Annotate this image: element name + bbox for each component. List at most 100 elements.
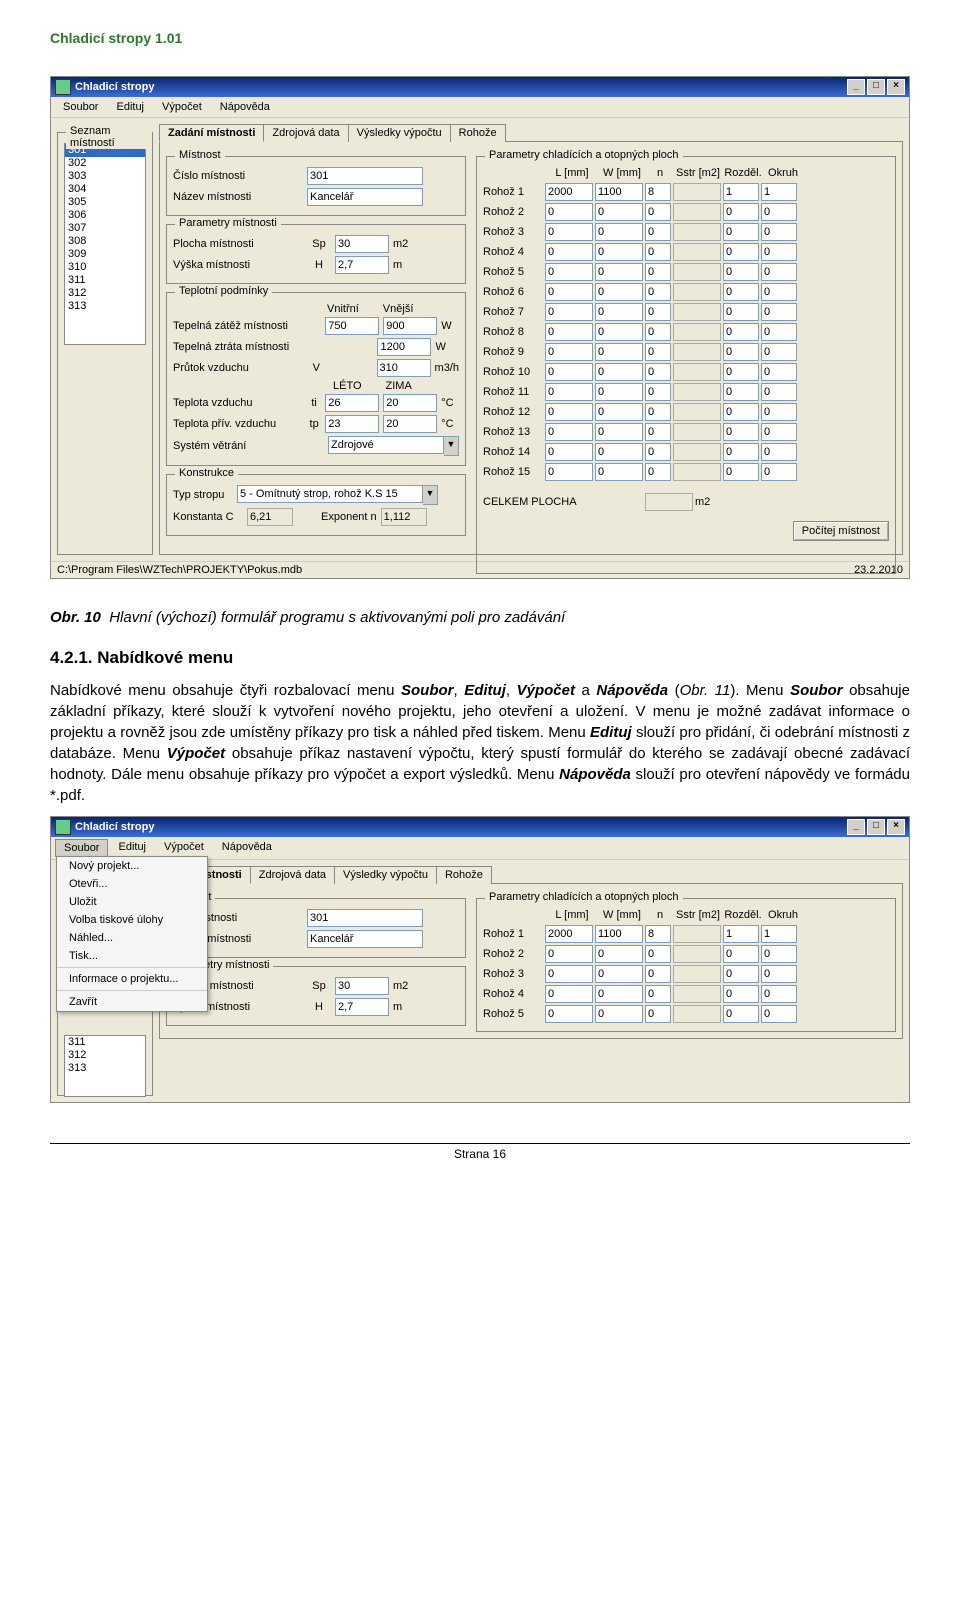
input-sp[interactable]: [335, 235, 389, 253]
rohoz-input[interactable]: [761, 243, 797, 261]
rohoz-input[interactable]: [761, 223, 797, 241]
rohoz-input[interactable]: [645, 925, 671, 943]
combo-system[interactable]: ▼: [328, 436, 459, 456]
menu-napoveda[interactable]: Nápověda: [214, 839, 280, 857]
chevron-down-icon[interactable]: ▼: [444, 436, 459, 456]
rohoz-input[interactable]: [545, 925, 593, 943]
close-button[interactable]: ×: [887, 79, 905, 95]
rohoz-input[interactable]: [595, 183, 643, 201]
room-item[interactable]: 302: [65, 157, 145, 170]
rohoz-input[interactable]: [645, 343, 671, 361]
rohoz-input[interactable]: [545, 403, 593, 421]
rohoz-input[interactable]: [723, 423, 759, 441]
room-item[interactable]: 306: [65, 209, 145, 222]
rohoz-input[interactable]: [595, 985, 643, 1003]
rohoz-input[interactable]: [645, 1005, 671, 1023]
menu-napoveda[interactable]: Nápověda: [212, 99, 278, 115]
rohoz-input[interactable]: [645, 303, 671, 321]
rohoz-input[interactable]: [595, 283, 643, 301]
rohoz-input[interactable]: [545, 443, 593, 461]
rohoz-input[interactable]: [595, 925, 643, 943]
rohoz-input[interactable]: [723, 243, 759, 261]
menu-edituj[interactable]: Edituj: [110, 839, 154, 857]
rohoz-input[interactable]: [545, 985, 593, 1003]
rohoz-input[interactable]: [761, 403, 797, 421]
rohoz-input[interactable]: [645, 183, 671, 201]
rohoz-input[interactable]: [545, 383, 593, 401]
minimize-button[interactable]: _: [847, 79, 865, 95]
rohoz-input[interactable]: [595, 383, 643, 401]
room-item[interactable]: 313: [65, 300, 145, 313]
rohoz-input[interactable]: [645, 403, 671, 421]
rohoz-input[interactable]: [723, 203, 759, 221]
room-item[interactable]: 308: [65, 235, 145, 248]
tab-zdrojova[interactable]: Zdrojová data: [263, 124, 348, 142]
rohoz-input[interactable]: [595, 223, 643, 241]
menu-soubor[interactable]: Soubor: [55, 99, 106, 115]
rohoz-input[interactable]: [761, 263, 797, 281]
rohoz-input[interactable]: [761, 363, 797, 381]
rohoz-input[interactable]: [545, 203, 593, 221]
room-item[interactable]: 312: [65, 287, 145, 300]
rohoz-input[interactable]: [761, 383, 797, 401]
input-prutok[interactable]: [377, 359, 431, 377]
rohoz-input[interactable]: [761, 343, 797, 361]
rohoz-input[interactable]: [545, 343, 593, 361]
tab-vysledky[interactable]: Výsledky výpočtu: [334, 866, 437, 884]
menu-edituj[interactable]: Edituj: [108, 99, 152, 115]
tab-rohoze[interactable]: Rohože: [436, 866, 492, 884]
rohoz-input[interactable]: [761, 323, 797, 341]
rohoz-input[interactable]: [645, 443, 671, 461]
rohoz-input[interactable]: [723, 303, 759, 321]
rohoz-input[interactable]: [645, 383, 671, 401]
input-zatez-in[interactable]: [325, 317, 379, 335]
menu-item[interactable]: Uložit: [57, 893, 207, 911]
rohoz-input[interactable]: [545, 965, 593, 983]
maximize-button[interactable]: □: [867, 79, 885, 95]
rohoz-input[interactable]: [595, 463, 643, 481]
rohoz-input[interactable]: [595, 303, 643, 321]
rohoz-input[interactable]: [761, 925, 797, 943]
rohoz-input[interactable]: [761, 283, 797, 301]
rohoz-input[interactable]: [645, 463, 671, 481]
room-item[interactable]: 311: [65, 274, 145, 287]
rohoz-input[interactable]: [761, 303, 797, 321]
rohoz-input[interactable]: [595, 443, 643, 461]
rohoz-input[interactable]: [723, 223, 759, 241]
rohoz-input[interactable]: [595, 343, 643, 361]
rohoz-input[interactable]: [545, 283, 593, 301]
tab-zdrojova[interactable]: Zdrojová data: [250, 866, 335, 884]
rohoz-input[interactable]: [545, 323, 593, 341]
rohoz-input[interactable]: [645, 243, 671, 261]
rohoz-input[interactable]: [545, 423, 593, 441]
rohoz-input[interactable]: [595, 203, 643, 221]
rohoz-input[interactable]: [723, 403, 759, 421]
rohoz-input[interactable]: [595, 263, 643, 281]
rohoz-input[interactable]: [761, 203, 797, 221]
rohoz-input[interactable]: [761, 463, 797, 481]
rohoz-input[interactable]: [545, 263, 593, 281]
room-listbox-2[interactable]: 311312313: [64, 1035, 146, 1097]
rohoz-input[interactable]: [761, 183, 797, 201]
rohoz-input[interactable]: [545, 223, 593, 241]
input-zatez-out[interactable]: [383, 317, 437, 335]
menu-item-info[interactable]: Informace o projektu...: [57, 970, 207, 988]
menu-soubor-open[interactable]: Soubor Nový projekt...Otevři...UložitVol…: [55, 839, 108, 857]
rohoz-input[interactable]: [545, 363, 593, 381]
rohoz-input[interactable]: [723, 985, 759, 1003]
menu-item[interactable]: Nový projekt...: [57, 857, 207, 875]
rohoz-input[interactable]: [595, 323, 643, 341]
rohoz-input[interactable]: [645, 965, 671, 983]
rohoz-input[interactable]: [723, 343, 759, 361]
minimize-button[interactable]: _: [847, 819, 865, 835]
rohoz-input[interactable]: [645, 423, 671, 441]
room-item[interactable]: 311: [65, 1036, 145, 1049]
input-ti-zima[interactable]: [383, 394, 437, 412]
maximize-button[interactable]: □: [867, 819, 885, 835]
tab-vysledky[interactable]: Výsledky výpočtu: [348, 124, 451, 142]
rohoz-input[interactable]: [645, 945, 671, 963]
menu-vypocet[interactable]: Výpočet: [156, 839, 212, 857]
rohoz-input[interactable]: [761, 423, 797, 441]
btn-pocitej[interactable]: Počítej místnost: [793, 521, 889, 541]
room-item[interactable]: 307: [65, 222, 145, 235]
